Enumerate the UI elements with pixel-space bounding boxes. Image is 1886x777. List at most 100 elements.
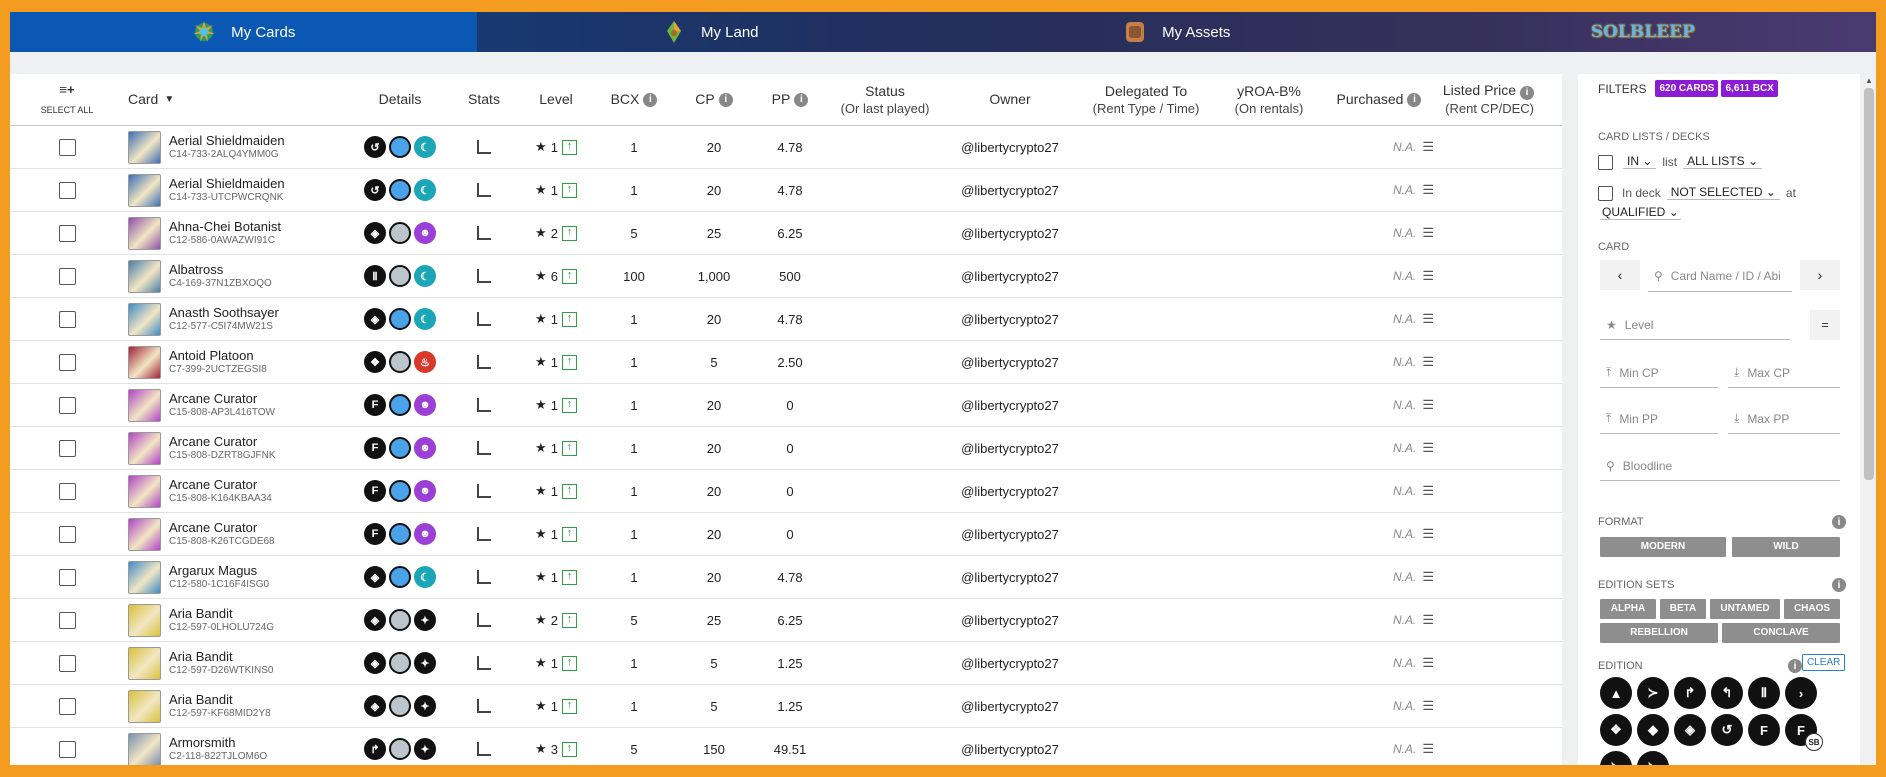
modern-button[interactable]: MODERN [1600, 537, 1726, 557]
upgrade-icon[interactable]: ↑ [561, 354, 577, 370]
history-list-icon[interactable]: ☰ [1422, 182, 1434, 198]
card-cell[interactable]: Aria Bandit C12-597-D26WTKINS0 [124, 646, 352, 680]
select-all-button[interactable]: ≡+ SELECT ALL [10, 74, 124, 125]
upgrade-icon[interactable]: ↑ [561, 225, 577, 241]
upgrade-icon[interactable]: ↑ [561, 526, 577, 542]
upgrade-icon[interactable]: ↑ [561, 311, 577, 327]
row-checkbox[interactable] [58, 353, 76, 371]
wild-button[interactable]: WILD [1732, 537, 1840, 557]
table-row[interactable]: Arcane Curator C15-808-AP3L416TOW F ☻ ★ 1 ↑ 1 20… [10, 384, 1562, 427]
history-list-icon[interactable]: ☰ [1422, 354, 1434, 370]
tab-my-cards[interactable]: My Cards [10, 12, 477, 52]
edition-reward-icon[interactable]: ↰ [1711, 677, 1743, 709]
history-list-icon[interactable]: ☰ [1422, 440, 1434, 456]
table-row[interactable]: Aria Bandit C12-597-KF68MID2Y8 ◈ ✦ ★ 1 ↑ 1 5 1.25… [10, 685, 1562, 728]
card-search-input[interactable]: ⚲ Card Name / ID / Abi [1648, 260, 1792, 292]
table-row[interactable]: Armorsmith C2-118-822TJLOM6O ↱ ✦ ★ 3 ↑ 5 150 49.5… [10, 728, 1562, 765]
info-icon[interactable]: i [1520, 85, 1534, 100]
stats-chart-icon[interactable] [477, 570, 491, 584]
edition-riftwatchers-icon[interactable]: ◆ [1637, 714, 1669, 746]
info-icon[interactable]: i [718, 92, 733, 107]
stats-chart-icon[interactable] [477, 183, 491, 197]
scrollbar-thumb[interactable] [1864, 88, 1874, 480]
upgrade-icon[interactable]: ↑ [561, 741, 577, 757]
upgrade-icon[interactable]: ↑ [561, 182, 577, 198]
upgrade-icon[interactable]: ↑ [561, 483, 577, 499]
edition-alpha-icon[interactable]: ▲ [1600, 677, 1632, 709]
card-cell[interactable]: Aria Bandit C12-597-KF68MID2Y8 [124, 689, 352, 723]
table-row[interactable]: Arcane Curator C15-808-K26TCGDE68 F ☻ ★ 1 ↑ 1 20… [10, 513, 1562, 556]
stats-chart-icon[interactable] [477, 742, 491, 756]
next-card-button[interactable]: › [1800, 260, 1840, 290]
edition-promo-icon[interactable]: ↱ [1674, 677, 1706, 709]
stats-chart-icon[interactable] [477, 441, 491, 455]
card-cell[interactable]: Antoid Platoon C7-399-2UCTZEGSI8 [124, 345, 352, 379]
max-cp-input[interactable]: ⤓ Max CP [1728, 358, 1840, 388]
upgrade-icon[interactable]: ↑ [561, 268, 577, 284]
card-cell[interactable]: Aerial Shieldmaiden C14-733-UTCPWCRQNK [124, 173, 352, 207]
tab-my-assets[interactable]: My Assets [943, 12, 1410, 52]
logo-tab[interactable]: SOLBLEEP [1410, 12, 1877, 52]
edition-extra-icon[interactable]: ≻ [1600, 751, 1632, 765]
table-row[interactable]: Argarux Magus C12-580-1C16F4ISG0 ◈ ☾ ★ 1 ↑ 1 20 4… [10, 556, 1562, 599]
beta-button[interactable]: BETA [1660, 599, 1706, 619]
min-pp-input[interactable]: ⤒ Min PP [1600, 404, 1718, 434]
edition-conclave-icon[interactable]: F [1748, 714, 1780, 746]
upgrade-icon[interactable]: ↑ [561, 139, 577, 155]
history-list-icon[interactable]: ☰ [1422, 612, 1434, 628]
info-icon[interactable]: i [1407, 92, 1422, 107]
history-list-icon[interactable]: ☰ [1422, 225, 1434, 241]
conclave-button[interactable]: CONCLAVE [1722, 623, 1840, 643]
edition-chaos-icon[interactable]: ❖ [1600, 714, 1632, 746]
min-cp-input[interactable]: ⤒ Min CP [1600, 358, 1718, 388]
card-cell[interactable]: Aerial Shieldmaiden C14-733-2ALQ4YMM0G [124, 130, 352, 164]
card-cell[interactable]: Arcane Curator C15-808-DZRT8GJFNK [124, 431, 352, 465]
stats-chart-icon[interactable] [477, 140, 491, 154]
table-row[interactable]: Arcane Curator C15-808-DZRT8GJFNK F ☻ ★ 1 ↑ 1 20… [10, 427, 1562, 470]
tab-my-land[interactable]: My Land [477, 12, 944, 52]
alpha-button[interactable]: ALPHA [1600, 599, 1656, 619]
history-list-icon[interactable]: ☰ [1422, 311, 1434, 327]
card-cell[interactable]: Armorsmith C2-118-822TJLOM6O [124, 732, 352, 765]
edition-rebellion-icon[interactable]: ◈ [1674, 714, 1706, 746]
upgrade-icon[interactable]: ↑ [561, 569, 577, 585]
row-checkbox[interactable] [58, 697, 76, 715]
row-checkbox[interactable] [58, 138, 76, 156]
upgrade-icon[interactable]: ↑ [561, 698, 577, 714]
edition-untamed-icon[interactable]: Ⅱ [1748, 677, 1780, 709]
stats-chart-icon[interactable] [477, 269, 491, 283]
row-checkbox[interactable] [58, 568, 76, 586]
table-row[interactable]: Arcane Curator C15-808-K164KBAA34 F ☻ ★ 1 ↑ 1 20… [10, 470, 1562, 513]
card-cell[interactable]: Anasth Soothsayer C12-577-C5I74MW21S [124, 302, 352, 336]
bloodline-input[interactable]: ⚲ Bloodline [1600, 451, 1840, 481]
table-row[interactable]: Aerial Shieldmaiden C14-733-2ALQ4YMM0G ↺ ☾ ★… [10, 126, 1562, 169]
history-list-icon[interactable]: ☰ [1422, 698, 1434, 714]
history-list-icon[interactable]: ☰ [1422, 397, 1434, 413]
table-row[interactable]: Aria Bandit C12-597-0LHOLU724G ◈ ✦ ★ 2 ↑ 5 25 6.2… [10, 599, 1562, 642]
row-checkbox[interactable] [58, 525, 76, 543]
stats-chart-icon[interactable] [477, 699, 491, 713]
history-list-icon[interactable]: ☰ [1422, 483, 1434, 499]
card-cell[interactable]: Arcane Curator C15-808-AP3L416TOW [124, 388, 352, 422]
card-cell[interactable]: Arcane Curator C15-808-K164KBAA34 [124, 474, 352, 508]
card-cell[interactable]: Albatross C4-169-37N1ZBXOQO [124, 259, 352, 293]
table-row[interactable]: Aerial Shieldmaiden C14-733-UTCPWCRQNK ↺ ☾ ★… [10, 169, 1562, 212]
row-checkbox[interactable] [58, 267, 76, 285]
history-list-icon[interactable]: ☰ [1422, 569, 1434, 585]
info-icon[interactable]: i [1788, 659, 1802, 673]
table-row[interactable]: Aria Bandit C12-597-D26WTKINS0 ◈ ✦ ★ 1 ↑ 1 5 1.25… [10, 642, 1562, 685]
untamed-button[interactable]: UNTAMED [1710, 599, 1780, 619]
stats-chart-icon[interactable] [477, 527, 491, 541]
edition-dice-icon[interactable]: › [1785, 677, 1817, 709]
stats-chart-icon[interactable] [477, 613, 491, 627]
row-checkbox[interactable] [58, 482, 76, 500]
scroll-up-icon[interactable]: ▲ [1865, 76, 1873, 85]
upgrade-icon[interactable]: ↑ [561, 397, 577, 413]
history-list-icon[interactable]: ☰ [1422, 526, 1434, 542]
prev-card-button[interactable]: ‹ [1600, 260, 1640, 290]
row-checkbox[interactable] [58, 224, 76, 242]
card-cell[interactable]: Arcane Curator C15-808-K26TCGDE68 [124, 517, 352, 551]
stats-chart-icon[interactable] [477, 226, 491, 240]
card-cell[interactable]: Aria Bandit C12-597-0LHOLU724G [124, 603, 352, 637]
all-lists-select[interactable]: ALL LISTS ⌄ [1683, 154, 1763, 169]
